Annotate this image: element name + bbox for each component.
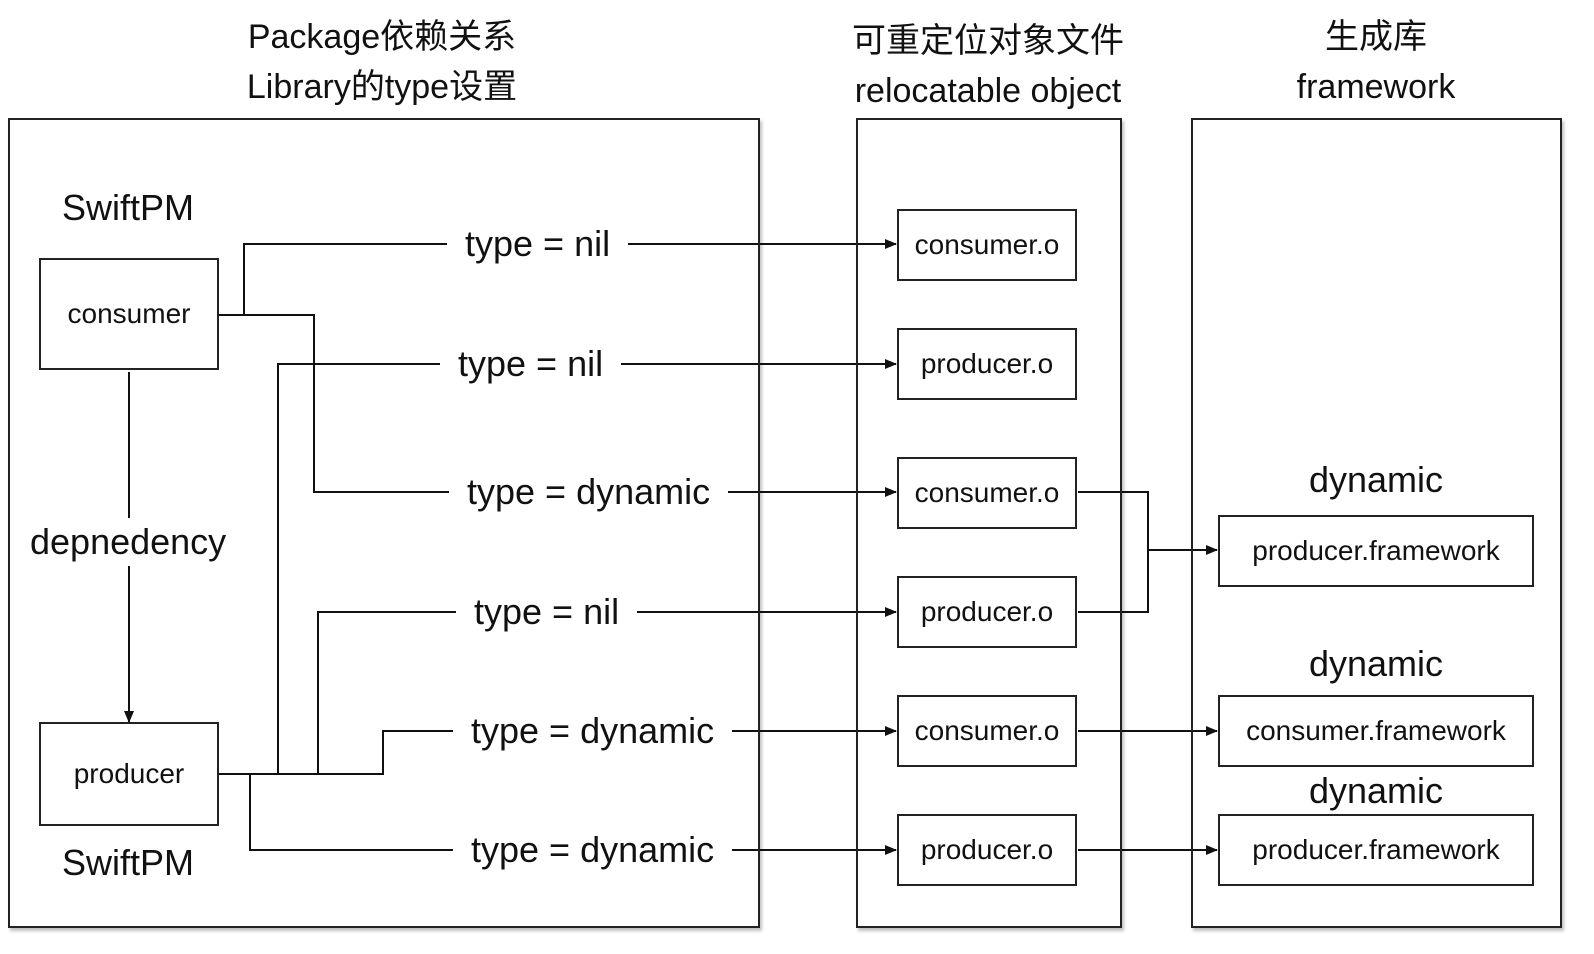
swiftpm-top-label: SwiftPM	[62, 187, 195, 228]
object-box-5: consumer.o	[897, 695, 1077, 767]
object-box-4: producer.o	[897, 576, 1077, 648]
header-library-line2: framework	[1296, 68, 1456, 106]
framework-kind-3: dynamic	[1308, 770, 1444, 811]
consumer-node: consumer	[39, 258, 219, 370]
edge-label-3: type = dynamic	[449, 474, 729, 510]
header-package: Package依赖关系 Library的type设置	[182, 12, 582, 112]
dependency-label: depnedency	[30, 518, 227, 566]
header-object-line2: relocatable object	[854, 72, 1122, 110]
framework-box-3: producer.framework	[1218, 814, 1534, 886]
edge-label-4: type = nil	[456, 594, 638, 630]
header-library-line1: 生成库	[1325, 18, 1427, 56]
object-box-2: producer.o	[897, 328, 1077, 400]
framework-box-2: consumer.framework	[1218, 695, 1534, 767]
diagram-canvas: Package依赖关系 Library的type设置 可重定位对象文件 relo…	[0, 0, 1594, 954]
edge-label-5: type = dynamic	[453, 713, 733, 749]
header-package-line2: Library的type设置	[246, 68, 518, 106]
object-box-1: consumer.o	[897, 209, 1077, 281]
header-object: 可重定位对象文件 relocatable object	[788, 16, 1188, 116]
edge-label-2: type = nil	[440, 346, 622, 382]
swiftpm-bottom-label: SwiftPM	[62, 842, 195, 883]
producer-node: producer	[39, 722, 219, 826]
edge-label-6: type = dynamic	[453, 832, 733, 868]
header-package-line1: Package依赖关系	[247, 18, 517, 56]
framework-kind-1: dynamic	[1308, 459, 1444, 500]
object-box-6: producer.o	[897, 814, 1077, 886]
header-object-line1: 可重定位对象文件	[852, 22, 1124, 60]
framework-box-1: producer.framework	[1218, 515, 1534, 587]
framework-kind-2: dynamic	[1308, 643, 1444, 684]
object-box-3: consumer.o	[897, 457, 1077, 529]
edge-label-1: type = nil	[447, 226, 629, 262]
header-library: 生成库 framework	[1226, 12, 1526, 112]
